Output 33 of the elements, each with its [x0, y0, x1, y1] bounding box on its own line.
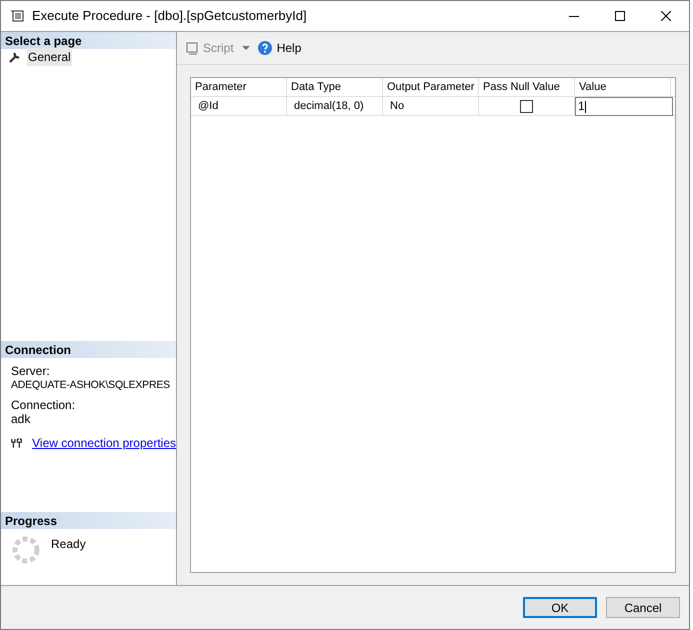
wrench-icon [9, 51, 21, 63]
column-header: Pass Null Value [479, 78, 575, 96]
section-header: Select a page [1, 32, 176, 49]
progress-status: Ready [51, 536, 86, 553]
script-icon [185, 41, 199, 55]
connection-label: Connection: [11, 398, 76, 412]
checkbox[interactable] [520, 100, 533, 112]
window-icon [11, 10, 24, 22]
column-header: Value [575, 78, 671, 96]
help-icon [258, 41, 272, 55]
connection-properties-link[interactable]: View connection properties [32, 436, 176, 450]
close-icon [661, 11, 671, 21]
column-header: Parameter [191, 78, 287, 96]
dialog-button[interactable]: OK [523, 597, 597, 618]
section-header: Connection [1, 341, 176, 358]
plug-icon [11, 437, 22, 449]
column-header: Output Parameter [383, 78, 479, 96]
connection-name: adk [11, 412, 32, 426]
server-label: Server: [11, 364, 51, 378]
help-button[interactable]: Help [258, 39, 302, 57]
maximize-icon [615, 11, 625, 21]
section-header: Progress [1, 512, 176, 529]
page-item[interactable]: General [27, 48, 72, 66]
caret-icon [242, 46, 250, 50]
table-cell: No [383, 97, 479, 115]
table-cell: decimal(18, 0) [287, 97, 383, 115]
value-field[interactable]: 1 [575, 97, 673, 116]
server-name: ADEQUATE-ASHOK\SQLEXPRES [11, 378, 170, 392]
window-title: Execute Procedure - [dbo].[spGetcustomerbyId] [32, 7, 307, 26]
dialog-button[interactable]: Cancel [606, 597, 680, 618]
table-cell: @Id [191, 97, 287, 115]
spinner-icon [11, 535, 41, 565]
column-header: Data Type [287, 78, 383, 96]
